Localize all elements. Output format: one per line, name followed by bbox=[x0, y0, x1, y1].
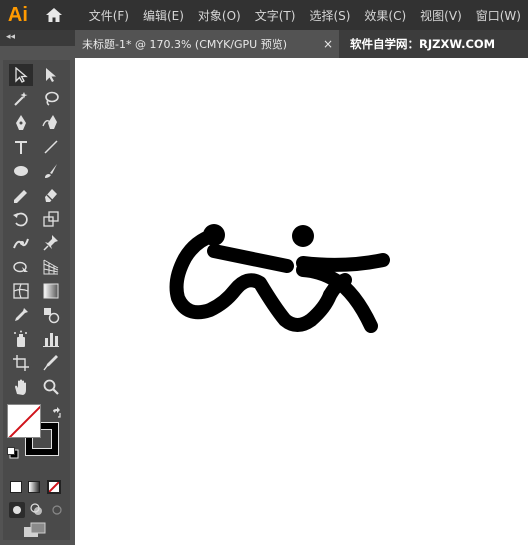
menu-edit[interactable]: 编辑(E) bbox=[136, 7, 191, 24]
rotate-tool-icon[interactable] bbox=[9, 208, 33, 230]
collapse-icon[interactable]: ◂◂ bbox=[6, 32, 15, 42]
selection-tool-icon[interactable] bbox=[9, 64, 33, 86]
eyedropper-tool-icon[interactable] bbox=[9, 304, 33, 326]
swap-fill-stroke-icon[interactable] bbox=[51, 404, 63, 423]
menu-window[interactable]: 窗口(W) bbox=[469, 7, 528, 24]
puppet-warp-tool-icon[interactable] bbox=[9, 232, 33, 254]
watermark-text: 软件自学网：RJZXW.COM bbox=[350, 37, 496, 51]
tab-bar: 未标题-1* @ 170.3% (CMYK/GPU 预览) × 软件自学网：RJ… bbox=[75, 30, 528, 58]
menu-type[interactable]: 文字(T) bbox=[248, 7, 303, 24]
menu-list: 文件(F) 编辑(E) 对象(O) 文字(T) 选择(S) 效果(C) 视图(V… bbox=[82, 7, 528, 24]
scale-tool-icon[interactable] bbox=[39, 208, 63, 230]
artwork-right-head bbox=[292, 225, 314, 247]
screen-mode-icon[interactable] bbox=[23, 522, 49, 538]
line-segment-tool-icon[interactable] bbox=[39, 136, 63, 158]
color-mode-icon[interactable] bbox=[10, 481, 22, 493]
fill-swatch[interactable] bbox=[7, 404, 41, 438]
menu-view[interactable]: 视图(V) bbox=[413, 7, 469, 24]
menu-effect[interactable]: 效果(C) bbox=[357, 7, 413, 24]
symbol-sprayer-tool-icon[interactable] bbox=[9, 328, 33, 350]
artwork-left-head bbox=[203, 224, 225, 246]
default-fill-stroke-icon[interactable] bbox=[7, 444, 19, 463]
ellipse-tool-icon[interactable] bbox=[9, 160, 33, 182]
color-mode-buttons bbox=[9, 480, 69, 496]
free-transform-tool-icon[interactable] bbox=[9, 256, 33, 278]
artwork-left-arm bbox=[169, 228, 337, 332]
zoom-tool-icon[interactable] bbox=[39, 376, 63, 398]
tools-panel-body bbox=[3, 60, 70, 540]
document-tab[interactable]: 未标题-1* @ 170.3% (CMYK/GPU 预览) × bbox=[75, 30, 339, 58]
close-icon[interactable]: × bbox=[323, 37, 333, 51]
slice-tool-icon[interactable] bbox=[39, 352, 63, 374]
type-tool-icon[interactable] bbox=[9, 136, 33, 158]
draw-normal-icon[interactable] bbox=[9, 502, 25, 518]
magic-wand-tool-icon[interactable] bbox=[9, 88, 33, 110]
paintbrush-tool-icon[interactable] bbox=[39, 160, 63, 182]
draw-inside-icon[interactable] bbox=[49, 502, 65, 518]
artwork[interactable] bbox=[75, 58, 528, 545]
column-graph-tool-icon[interactable] bbox=[39, 328, 63, 350]
gradient-tool-icon[interactable] bbox=[39, 280, 63, 302]
tools-panel bbox=[0, 46, 75, 545]
shaper-tool-icon[interactable] bbox=[9, 184, 33, 206]
draw-behind-icon[interactable] bbox=[29, 502, 45, 518]
artboard-canvas[interactable] bbox=[75, 58, 528, 545]
hand-tool-icon[interactable] bbox=[9, 376, 33, 398]
blend-tool-icon[interactable] bbox=[39, 304, 63, 326]
perspective-grid-tool-icon[interactable] bbox=[39, 256, 63, 278]
toolbar-header[interactable]: ◂◂ bbox=[0, 30, 75, 46]
artwork-left-bar bbox=[207, 244, 294, 273]
mesh-tool-icon[interactable] bbox=[9, 280, 33, 302]
direct-selection-tool-icon[interactable] bbox=[39, 64, 63, 86]
artwork-right-bar bbox=[296, 253, 390, 272]
curvature-tool-icon[interactable] bbox=[39, 112, 63, 134]
pen-tool-icon[interactable] bbox=[9, 112, 33, 134]
artboard-tool-icon[interactable] bbox=[9, 352, 33, 374]
app-logo: Ai bbox=[7, 3, 28, 26]
fill-stroke-widget bbox=[7, 404, 67, 466]
document-tab-title: 未标题-1* @ 170.3% (CMYK/GPU 预览) bbox=[82, 38, 287, 51]
draw-mode-buttons bbox=[9, 502, 69, 518]
pin-tool-icon[interactable] bbox=[39, 232, 63, 254]
gradient-mode-icon[interactable] bbox=[28, 481, 40, 493]
menu-bar: Ai 文件(F) 编辑(E) 对象(O) 文字(T) 选择(S) 效果(C) 视… bbox=[0, 0, 528, 30]
menu-object[interactable]: 对象(O) bbox=[191, 7, 248, 24]
eraser-tool-icon[interactable] bbox=[39, 184, 63, 206]
home-icon[interactable] bbox=[36, 0, 72, 30]
menu-select[interactable]: 选择(S) bbox=[302, 7, 357, 24]
menu-file[interactable]: 文件(F) bbox=[82, 7, 136, 24]
none-mode-icon[interactable] bbox=[47, 480, 61, 494]
lasso-tool-icon[interactable] bbox=[39, 88, 63, 110]
